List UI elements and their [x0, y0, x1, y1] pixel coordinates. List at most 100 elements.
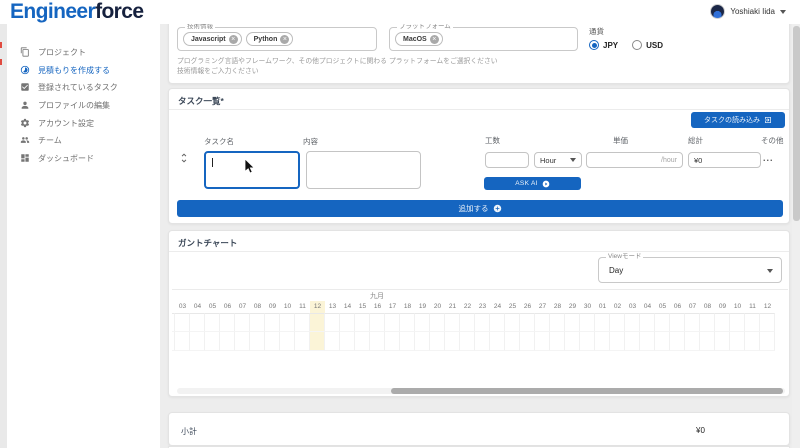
radio-usd[interactable]: USD — [632, 40, 663, 50]
sidebar-item-edit-profile[interactable]: プロファイルの編集 — [0, 97, 160, 113]
chip-remove-icon[interactable]: × — [430, 35, 439, 44]
gantt-month-label: 九月 — [370, 291, 384, 301]
sidebar-item-label: 見積もりを作成する — [38, 65, 110, 76]
tag-chip[interactable]: Python× — [246, 32, 294, 46]
gantt-grid-cell — [370, 332, 385, 351]
team-icon — [20, 135, 30, 145]
gantt-grid-cell — [700, 332, 715, 351]
gantt-grid-row — [172, 313, 775, 332]
gantt-date: 05 — [205, 301, 220, 313]
gantt-timeline: 九月 2030405060708091011121314151617181920… — [172, 289, 788, 351]
add-task-button[interactable]: 追加する — [177, 200, 783, 217]
gantt-grid-cell — [355, 332, 370, 351]
platform-chips: MacOS× — [395, 32, 443, 46]
text-caret — [212, 158, 213, 167]
sidebar-item-label: プロジェクト — [38, 47, 86, 58]
unit-price-input[interactable]: /hour — [586, 152, 683, 168]
tag-chip[interactable]: MacOS× — [395, 32, 443, 46]
tech-info-field[interactable]: 技術情報 Javascript×Python× — [177, 27, 377, 51]
gantt-grid-cell — [580, 332, 595, 351]
sidebar-item-dashboard[interactable]: ダッシュボード — [0, 150, 160, 166]
platform-field[interactable]: プラットフォーム MacOS× — [389, 27, 578, 51]
avatar[interactable] — [710, 4, 725, 19]
gear-icon — [20, 118, 30, 128]
sidebar-item-account-settings[interactable]: アカウント設定 — [0, 115, 160, 131]
gantt-grid-cell — [625, 313, 640, 332]
gantt-grid-cell — [190, 332, 205, 351]
description-textarea[interactable] — [306, 151, 421, 189]
gantt-grid-cell — [385, 313, 400, 332]
effort-input[interactable] — [485, 152, 529, 168]
gantt-grid-cell — [310, 332, 325, 351]
gantt-grid-cell — [760, 332, 775, 351]
sidebar-item-create-estimate[interactable]: 見積もりを作成する — [0, 62, 160, 78]
effort-unit-select[interactable]: Hour — [534, 152, 582, 168]
user-menu[interactable]: Yoshiaki Iida — [710, 4, 786, 19]
gantt-date: 03 — [625, 301, 640, 313]
sidebar-item-projects[interactable]: プロジェクト — [0, 44, 160, 60]
scrollbar-thumb[interactable] — [793, 26, 800, 221]
tag-chip[interactable]: Javascript× — [183, 32, 242, 46]
gantt-card: ガントチャート Viewモード Day 九月 20304050607080910… — [168, 230, 790, 397]
sidebar-item-team[interactable]: チーム — [0, 132, 160, 148]
gantt-dates: 2030405060708091011121314151617181920212… — [172, 301, 775, 313]
sidebar-item-registered-tasks[interactable]: 登録されているタスク — [0, 79, 160, 95]
gantt-grid-cell — [310, 313, 325, 332]
gantt-horizontal-scrollbar[interactable] — [177, 388, 785, 394]
view-mode-label: Viewモード — [606, 254, 643, 261]
left-edge-red-tick — [0, 59, 2, 65]
gantt-grid-cell — [610, 313, 625, 332]
timelapse-icon — [20, 65, 30, 75]
gantt-grid-cell — [430, 313, 445, 332]
gantt-grid-cell — [280, 332, 295, 351]
gantt-grid-cell — [250, 313, 265, 332]
gantt-grid-cell — [415, 313, 430, 332]
col-description: 内容 — [303, 136, 318, 147]
gantt-grid-cell — [565, 313, 580, 332]
scrollbar-thumb[interactable] — [391, 388, 783, 394]
col-effort: 工数 — [485, 135, 500, 146]
gantt-grid-cell — [175, 332, 190, 351]
gantt-date: 04 — [190, 301, 205, 313]
checked-task-icon — [20, 82, 30, 92]
view-mode-select[interactable]: Viewモード Day — [598, 257, 782, 283]
page-vertical-scrollbar[interactable] — [792, 24, 800, 448]
divider — [169, 251, 789, 252]
gantt-grid-cell — [670, 332, 685, 351]
gantt-grid-cell — [640, 313, 655, 332]
chip-remove-icon[interactable]: × — [280, 35, 289, 44]
gantt-grid-cell — [445, 313, 460, 332]
gantt-grid-cell — [295, 313, 310, 332]
currency-label: 通貨 — [589, 26, 604, 37]
drag-handle-icon[interactable] — [178, 151, 190, 165]
more-options-button[interactable]: ... — [763, 153, 774, 163]
gantt-date: 28 — [550, 301, 565, 313]
total-input[interactable]: ¥0 — [688, 152, 761, 168]
mouse-cursor — [245, 159, 256, 179]
gantt-grid-cell — [520, 332, 535, 351]
radio-icon — [632, 40, 642, 50]
load-tasks-button[interactable]: タスクの読み込み — [691, 112, 785, 128]
ask-ai-button[interactable]: ASK AI — [484, 177, 581, 190]
gantt-grid-cell — [655, 313, 670, 332]
gantt-grid-cell — [400, 313, 415, 332]
gantt-date: 25 — [505, 301, 520, 313]
task-list-card: タスク一覧* タスクの読み込み タスク名 内容 工数 単価 総計 その他 Hou… — [168, 88, 790, 224]
gantt-date: 27 — [535, 301, 550, 313]
gantt-date: 10 — [280, 301, 295, 313]
gantt-grid-cell — [475, 332, 490, 351]
radio-jpy[interactable]: JPY — [589, 40, 618, 50]
chip-remove-icon[interactable]: × — [229, 35, 238, 44]
app-logo[interactable]: Engineerforce — [10, 0, 143, 24]
person-icon — [20, 100, 30, 110]
gantt-grid-cell — [685, 332, 700, 351]
gantt-grid-cell — [505, 313, 520, 332]
gantt-date: 05 — [655, 301, 670, 313]
gantt-date: 18 — [400, 301, 415, 313]
import-tasks-icon — [764, 116, 772, 124]
gantt-grid-cell — [760, 313, 775, 332]
currency-radio-group: JPY USD — [589, 40, 663, 50]
gantt-date: 17 — [385, 301, 400, 313]
gantt-grid-cell — [745, 332, 760, 351]
gantt-grid-cell — [460, 313, 475, 332]
